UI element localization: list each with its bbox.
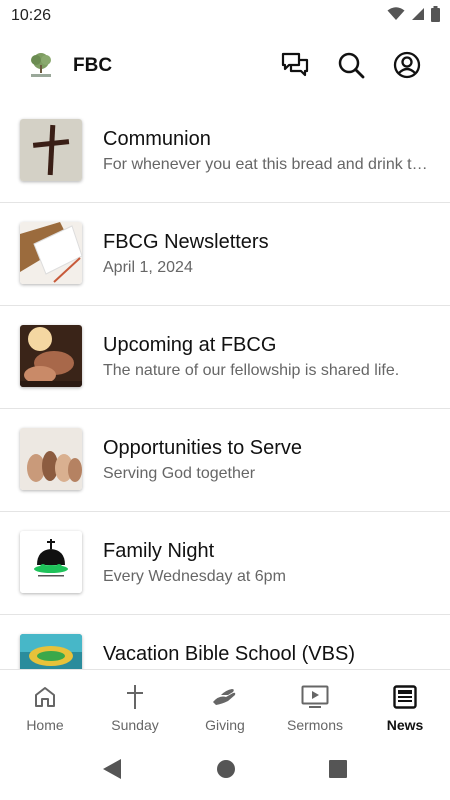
feed-item-serve[interactable]: Opportunities to Serve Serving God toget… bbox=[0, 409, 450, 512]
status-time: 10:26 bbox=[11, 7, 52, 24]
app-title: FBC bbox=[73, 55, 113, 76]
wifi-icon bbox=[387, 7, 405, 20]
status-bar: 10:26 bbox=[0, 0, 450, 32]
system-navigation-bar bbox=[0, 739, 450, 800]
item-subtitle: Every Wednesday at 6pm bbox=[103, 568, 286, 585]
nav-label: News bbox=[386, 717, 424, 733]
serve-thumbnail bbox=[20, 428, 82, 490]
item-subtitle: For whenever you eat this bread and drin… bbox=[103, 156, 429, 173]
item-title: Upcoming at FBCG bbox=[103, 334, 277, 356]
feed-item-vbs[interactable]: Vacation Bible School (VBS) bbox=[0, 615, 450, 669]
video-icon bbox=[301, 685, 329, 708]
item-subtitle: The nature of our fellowship is shared l… bbox=[103, 362, 400, 379]
search-icon bbox=[338, 52, 365, 79]
feed-item-family-night[interactable]: Family Night Every Wednesday at 6pm bbox=[0, 512, 450, 615]
account-button[interactable] bbox=[392, 50, 422, 80]
account-icon bbox=[393, 51, 421, 79]
nav-sunday[interactable]: Sunday bbox=[90, 670, 180, 740]
nav-label: Sermons bbox=[286, 717, 344, 733]
item-subtitle: April 1, 2024 bbox=[103, 259, 193, 276]
family-night-thumbnail bbox=[20, 531, 82, 593]
feed-item-communion[interactable]: Communion For whenever you eat this brea… bbox=[0, 100, 450, 203]
nav-home[interactable]: Home bbox=[0, 670, 90, 740]
search-button[interactable] bbox=[336, 50, 366, 80]
nav-giving[interactable]: Giving bbox=[180, 670, 270, 740]
home-icon bbox=[35, 687, 55, 707]
chat-bubbles-icon bbox=[281, 52, 309, 77]
giving-hand-icon bbox=[213, 689, 236, 705]
newsletters-thumbnail bbox=[20, 222, 82, 284]
nav-sermons[interactable]: Sermons bbox=[270, 670, 360, 740]
item-title: Communion bbox=[103, 128, 211, 150]
app-bar: FBC bbox=[0, 32, 450, 100]
cellular-signal-icon bbox=[412, 8, 424, 20]
communion-thumbnail bbox=[20, 119, 82, 181]
item-title: Vacation Bible School (VBS) bbox=[103, 643, 355, 665]
bottom-navigation: Home Sunday Giving Sermons News bbox=[0, 669, 450, 740]
battery-icon bbox=[431, 6, 440, 22]
item-title: Family Night bbox=[103, 540, 215, 562]
cross-icon bbox=[127, 685, 143, 709]
vbs-thumbnail bbox=[20, 634, 82, 669]
nav-label: Giving bbox=[205, 717, 245, 733]
feed-item-upcoming[interactable]: Upcoming at FBCG The nature of our fello… bbox=[0, 306, 450, 409]
back-icon[interactable] bbox=[102, 758, 122, 780]
item-title: Opportunities to Serve bbox=[103, 437, 302, 459]
recents-icon[interactable] bbox=[328, 758, 348, 780]
nav-news[interactable]: News bbox=[360, 670, 450, 740]
nav-label: Home bbox=[26, 717, 64, 733]
church-logo bbox=[26, 50, 56, 80]
nav-label: Sunday bbox=[111, 717, 159, 733]
item-subtitle: Serving God together bbox=[103, 465, 256, 482]
feed-item-newsletters[interactable]: FBCG Newsletters April 1, 2024 bbox=[0, 203, 450, 306]
news-feed[interactable]: Communion For whenever you eat this brea… bbox=[0, 100, 450, 669]
home-circle-icon[interactable] bbox=[216, 758, 236, 780]
item-title: FBCG Newsletters bbox=[103, 231, 269, 253]
newspaper-icon bbox=[393, 685, 417, 709]
messages-button[interactable] bbox=[280, 50, 310, 80]
upcoming-thumbnail bbox=[20, 325, 82, 387]
